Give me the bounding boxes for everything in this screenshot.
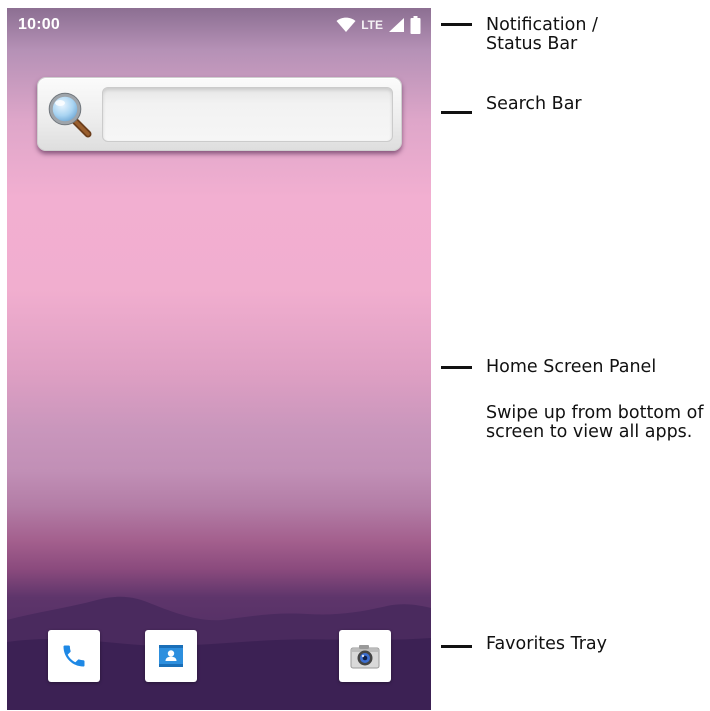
search-input[interactable] <box>102 87 393 142</box>
notification-callout-line <box>441 23 472 26</box>
favorites-callout-line <box>441 645 472 648</box>
signal-icon <box>388 17 405 33</box>
wifi-icon <box>336 17 356 33</box>
status-bar[interactable]: 10:00 LTE <box>7 8 431 42</box>
home-panel-callout-note: Swipe up from bottom of screen to view a… <box>486 403 704 442</box>
phone-app[interactable] <box>48 630 100 682</box>
search-bar[interactable] <box>37 77 402 151</box>
contacts-app[interactable] <box>145 630 197 682</box>
notification-callout-label: Notification / Status Bar <box>486 15 598 54</box>
status-icons: LTE <box>336 16 421 34</box>
favorites-callout-label: Favorites Tray <box>486 634 608 654</box>
clock: 10:00 <box>18 16 60 33</box>
contacts-icon <box>156 641 186 671</box>
battery-icon <box>410 16 421 34</box>
home-screen-panel[interactable]: 10:00 LTE <box>7 8 431 710</box>
camera-app[interactable] <box>339 630 391 682</box>
search-callout-line <box>441 111 472 114</box>
home-panel-callout-line <box>441 366 472 369</box>
search-callout-label: Search Bar <box>486 94 582 114</box>
home-panel-callout-label: Home Screen Panel <box>486 357 657 377</box>
camera-icon <box>348 641 382 671</box>
phone-icon <box>60 642 88 670</box>
network-type: LTE <box>361 18 383 32</box>
magnifier-icon[interactable] <box>48 92 92 138</box>
